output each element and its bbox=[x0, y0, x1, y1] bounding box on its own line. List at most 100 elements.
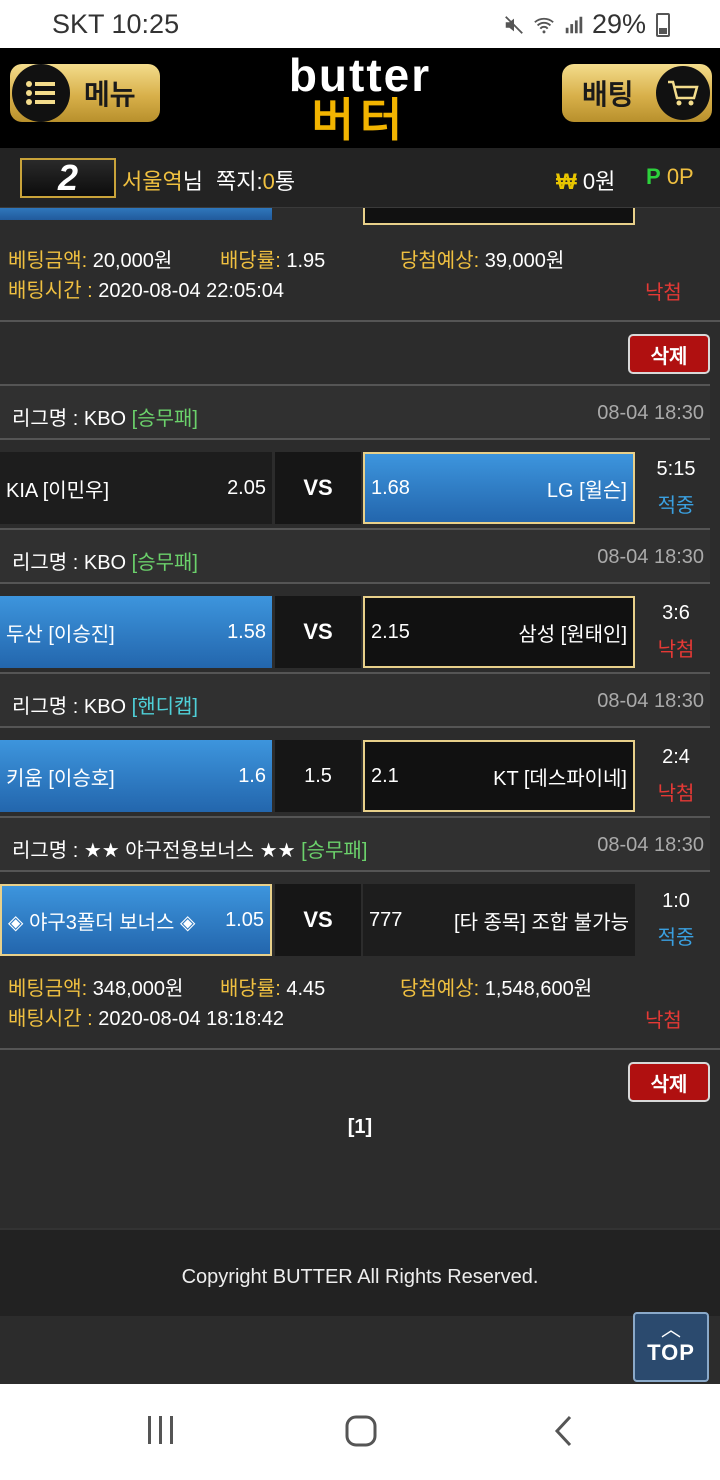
message-unit: 통 bbox=[274, 169, 296, 194]
bet-time-value: 2020-08-04 18:18:42 bbox=[98, 1008, 284, 1030]
bet-history[interactable]: 베팅금액: 20,000원 배당률: 1.95 당첨예상: 39,000원 배팅… bbox=[0, 208, 720, 1228]
away-team-cell[interactable]: 2.15 삼성 [원태인] bbox=[363, 596, 635, 668]
site-logo[interactable]: butter 버터 bbox=[270, 52, 450, 144]
home-team-cell-selected[interactable]: 키움 [이승호] 1.6 bbox=[0, 740, 272, 812]
delete-button[interactable]: 삭제 bbox=[628, 1062, 710, 1102]
away-team-cell[interactable]: 2.1 KT [데스파이네] bbox=[363, 740, 635, 812]
away-team: KT [데스파이네] bbox=[493, 767, 627, 790]
league-name: 리그명 : KBO bbox=[12, 552, 127, 574]
away-odds: 2.1 bbox=[371, 764, 399, 787]
home-team: ◈ 야구3폴더 보너스 ◈ bbox=[8, 911, 196, 934]
won-icon: ₩ bbox=[556, 169, 577, 194]
copyright: Copyright BUTTER All Rights Reserved. bbox=[181, 1266, 539, 1288]
level-number: 2 bbox=[57, 157, 79, 198]
score-value: 1:0 bbox=[662, 890, 690, 912]
league-name: 리그명 : ★★ 야구전용보너스 ★★ bbox=[12, 840, 296, 862]
league-header: 리그명 : KBO [승무패] 08-04 18:30 bbox=[0, 528, 710, 584]
wifi-icon bbox=[534, 17, 554, 33]
delete-bar-2: 삭제 bbox=[0, 1050, 720, 1110]
away-team-cell-selected[interactable]: 1.68 LG [윌슨] bbox=[363, 452, 635, 524]
league-header: 리그명 : KBO [승무패] 08-04 18:30 bbox=[0, 384, 710, 440]
game-score: 2:4 낙첨 bbox=[638, 740, 714, 812]
logo-en: butter bbox=[288, 49, 432, 101]
handicap-cell: 1.5 bbox=[275, 740, 361, 812]
logo-ko: 버터 bbox=[311, 94, 409, 146]
bet-time-label: 배팅시간 : bbox=[8, 280, 93, 302]
home-odds: 1.05 bbox=[225, 908, 264, 931]
money-balance: ₩ 0원 bbox=[556, 164, 615, 196]
point-balance: P 0P bbox=[646, 164, 694, 190]
game-row: 두산 [이승진] 1.58 VS 2.15 삼성 [원태인] 3:6 낙첨 bbox=[0, 596, 720, 668]
page-bottom bbox=[0, 1316, 720, 1384]
username: 서울역님 bbox=[122, 164, 203, 196]
pagination[interactable]: [1] bbox=[0, 1116, 720, 1139]
home-team-cell-selected[interactable]: ◈ 야구3폴더 보너스 ◈ 1.05 bbox=[0, 884, 272, 956]
score-value: 5:15 bbox=[656, 458, 696, 480]
score-value: 3:6 bbox=[662, 602, 690, 624]
money-value: 0원 bbox=[582, 169, 616, 194]
bet-amount-value: 20,000원 bbox=[92, 250, 173, 272]
bet-result: 낙첨 bbox=[645, 282, 682, 304]
draw-cell[interactable]: VS bbox=[275, 884, 361, 956]
game-date: 08-04 18:30 bbox=[597, 834, 704, 856]
bet-odds: 배당률: 1.95 bbox=[220, 244, 325, 273]
bet-amount-label: 베팅금액: bbox=[8, 250, 88, 272]
message-count: 0 bbox=[262, 169, 275, 194]
list-icon bbox=[12, 64, 70, 122]
home-icon[interactable] bbox=[344, 1414, 378, 1448]
game-result: 낙첨 bbox=[657, 639, 695, 661]
menu-label: 메뉴 bbox=[84, 79, 136, 110]
recent-apps-icon[interactable] bbox=[146, 1414, 176, 1446]
nickname: 서울역 bbox=[122, 169, 183, 194]
bet-expected-value: 39,000원 bbox=[484, 250, 565, 272]
away-odds: 2.15 bbox=[371, 620, 410, 643]
league-name: 리그명 : KBO bbox=[12, 696, 127, 718]
bet-expected-label: 당첨예상: bbox=[400, 250, 480, 272]
draw-cell[interactable]: VS bbox=[275, 452, 361, 524]
bet-time-1: 배팅시간 : 2020-08-04 22:05:04 낙첨 bbox=[0, 274, 720, 304]
bet-odds-label: 배당률: bbox=[220, 250, 281, 272]
bet-label: 배팅 bbox=[582, 79, 634, 110]
footer: Copyright BUTTER All Rights Reserved. bbox=[0, 1228, 720, 1316]
bet-time-2: 배팅시간 : 2020-08-04 18:18:42 낙첨 bbox=[0, 1002, 720, 1032]
home-team: KIA [이민우] bbox=[6, 479, 110, 502]
scroll-top-button[interactable]: ︿ TOP bbox=[633, 1312, 709, 1382]
bet-odds-value: 1.95 bbox=[286, 250, 326, 272]
away-team-cell[interactable]: 777 [타 종목] 조합 불가능 bbox=[363, 884, 635, 956]
away-team: LG [윌슨] bbox=[546, 479, 627, 502]
bet-cart-button[interactable]: 배팅 bbox=[562, 64, 712, 122]
score-value: 2:4 bbox=[662, 746, 690, 768]
point-value: 0P bbox=[666, 164, 694, 189]
menu-button[interactable]: 메뉴 bbox=[10, 64, 160, 122]
delete-bar-1: 삭제 bbox=[0, 322, 720, 384]
user-info-bar: 2 서울역님 쪽지:0통 ₩ 0원 P 0P bbox=[0, 148, 720, 208]
site-header: 메뉴 butter 버터 배팅 bbox=[0, 48, 720, 148]
bet-odds-label: 배당률: bbox=[220, 978, 281, 1000]
game-score: 1:0 적중 bbox=[638, 884, 714, 956]
home-team-cell[interactable]: KIA [이민우] 2.05 bbox=[0, 452, 272, 524]
game-date: 08-04 18:30 bbox=[597, 402, 704, 424]
draw-cell[interactable]: VS bbox=[275, 596, 361, 668]
bet-odds: 배당률: 4.45 bbox=[220, 972, 325, 1001]
message-link[interactable]: 쪽지:0통 bbox=[216, 164, 295, 196]
level-badge: 2 bbox=[20, 157, 116, 198]
home-team: 두산 [이승진] bbox=[6, 623, 115, 646]
away-odds: 1.68 bbox=[371, 476, 410, 499]
partial-away-cell bbox=[363, 208, 635, 225]
chevron-up-icon: ︿ bbox=[661, 1319, 681, 1341]
away-odds: 777 bbox=[369, 908, 403, 931]
battery-icon bbox=[656, 12, 670, 37]
game-row: KIA [이민우] 2.05 VS 1.68 LG [윌슨] 5:15 적중 bbox=[0, 452, 720, 524]
bet-type: [승무패] bbox=[131, 552, 198, 574]
home-team-cell-selected[interactable]: 두산 [이승진] 1.58 bbox=[0, 596, 272, 668]
point-icon: P bbox=[646, 164, 661, 189]
home-team: 키움 [이승호] bbox=[6, 767, 115, 790]
game-row: 키움 [이승호] 1.6 1.5 2.1 KT [데스파이네] 2:4 낙첨 bbox=[0, 740, 720, 812]
home-odds: 1.6 bbox=[238, 764, 266, 787]
game-score: 5:15 적중 bbox=[638, 452, 714, 524]
game-row: ◈ 야구3폴더 보너스 ◈ 1.05 VS 777 [타 종목] 조합 불가능 1:… bbox=[0, 884, 720, 956]
back-icon[interactable] bbox=[552, 1414, 574, 1448]
delete-button[interactable]: 삭제 bbox=[628, 334, 710, 374]
game-date: 08-04 18:30 bbox=[597, 546, 704, 568]
carrier-time: SKT 10:25 bbox=[52, 9, 180, 39]
